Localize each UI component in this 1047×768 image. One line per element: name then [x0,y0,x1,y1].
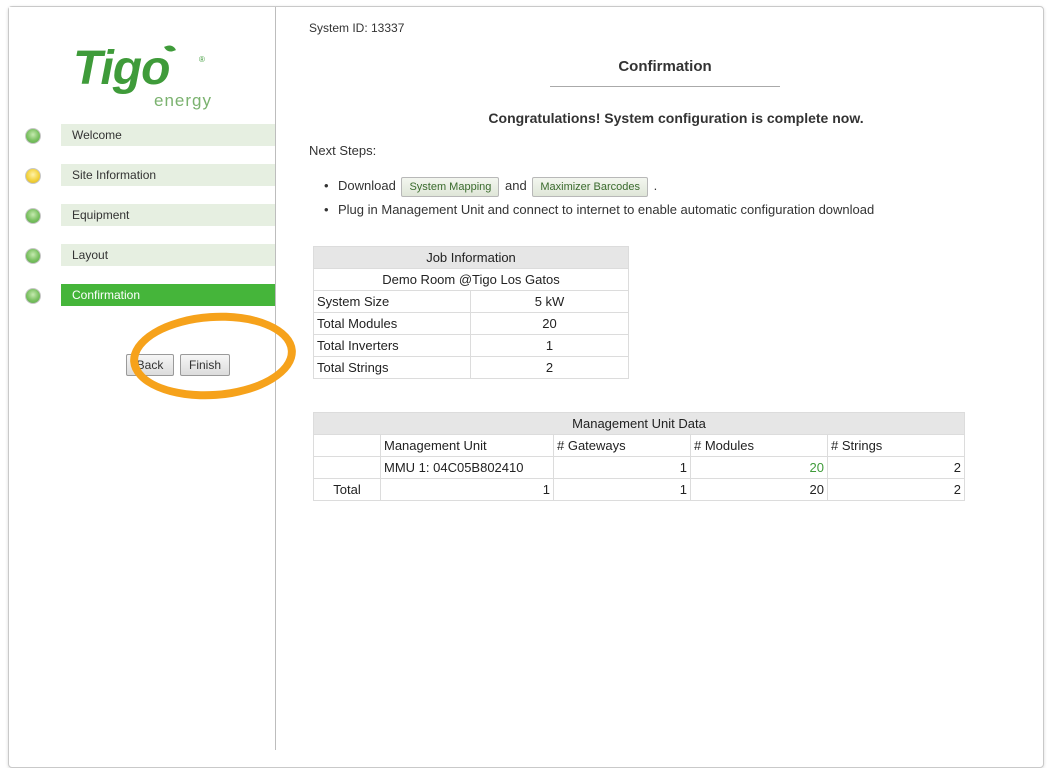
status-dot-icon [25,128,41,144]
cell-strings: 2 [827,478,965,501]
cell-gateways: 1 [553,478,691,501]
step-label: Welcome [61,124,275,146]
maximizer-barcodes-button[interactable]: Maximizer Barcodes [532,176,648,197]
table-row: MMU 1: 04C05B802410 1 20 2 [313,456,965,479]
system-id: System ID: 13337 [309,21,405,35]
column-header: # Modules [690,434,828,457]
cell-unit: MMU 1: 04C05B802410 [380,456,554,479]
job-site-name: Demo Room @Tigo Los Gatos [313,268,629,291]
plug-in-instruction: Plug in Management Unit and connect to i… [338,202,875,217]
logo-brand: Tigo [73,42,170,95]
table-row: Total Inverters 1 [313,334,629,357]
row-label: Total Strings [313,356,471,379]
logo-subtitle: energy [154,91,212,110]
download-suffix: . [653,178,658,193]
row-value: 5 kW [470,290,629,313]
row-label: Total [313,478,381,501]
job-information-table: Job Information Demo Room @Tigo Los Gato… [313,246,629,379]
status-dot-icon [25,248,41,264]
step-equipment[interactable]: Equipment [9,204,275,226]
bullet-icon: • [324,178,329,193]
row-label: Total Modules [313,312,471,335]
status-dot-icon [25,168,41,184]
cell-unit: 1 [380,478,554,501]
table-header-row: Management Unit # Gateways # Modules # S… [313,434,965,457]
step-label: Equipment [61,204,275,226]
row-label [313,456,381,479]
step-welcome[interactable]: Welcome [9,124,275,146]
table-row-total: Total 1 1 20 2 [313,478,965,501]
next-steps-label: Next Steps: [309,143,377,158]
row-value: 20 [470,312,629,335]
title-divider [550,86,780,87]
row-value: 2 [470,356,629,379]
management-unit-table: Management Unit Data Management Unit # G… [313,412,965,501]
mgmt-table-header: Management Unit Data [313,412,965,435]
step-confirmation[interactable]: Confirmation [9,284,275,306]
step-site-information[interactable]: Site Information [9,164,275,186]
status-dot-icon [25,288,41,304]
column-header: # Gateways [553,434,691,457]
system-mapping-button[interactable]: System Mapping [401,176,500,197]
row-label: System Size [313,290,471,313]
column-header: Management Unit [380,434,554,457]
cell-gateways: 1 [553,456,691,479]
column-header [313,434,381,457]
main-panel: System ID: 13337 Confirmation Congratula… [276,7,1041,750]
status-dot-icon [25,208,41,224]
download-prefix: Download [338,178,396,193]
table-row: Total Strings 2 [313,356,629,379]
table-row: Total Modules 20 [313,312,629,335]
step-layout[interactable]: Layout [9,244,275,266]
step-label: Confirmation [61,284,275,306]
cell-modules: 20 [690,456,828,479]
list-item: • Download System Mapping and Maximizer B… [324,175,874,199]
logo-registered-mark: ® [199,55,205,64]
column-header: # Strings [827,434,965,457]
tigo-energy-logo: Tigo ® energy [73,42,213,115]
next-steps-list: • Download System Mapping and Maximizer B… [324,175,874,223]
list-item: • Plug in Management Unit and connect to … [324,199,874,223]
step-label: Layout [61,244,275,266]
row-label: Total Inverters [313,334,471,357]
row-value: 1 [470,334,629,357]
page-title: Confirmation [618,58,712,75]
cell-strings: 2 [827,456,965,479]
congrats-message: Congratulations! System configuration is… [488,110,864,126]
cell-modules: 20 [690,478,828,501]
step-label: Site Information [61,164,275,186]
joiner-text: and [505,178,527,193]
job-table-header: Job Information [313,246,629,269]
bullet-icon: • [324,202,329,217]
table-row: System Size 5 kW [313,290,629,313]
